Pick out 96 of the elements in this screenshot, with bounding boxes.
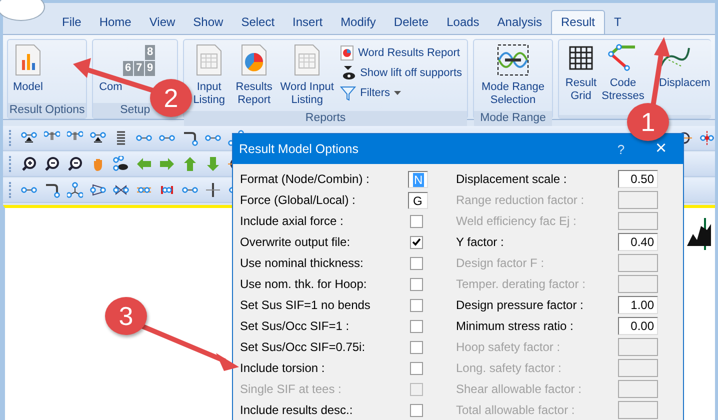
input-field[interactable]: 1.00: [618, 296, 658, 314]
ribbon-button[interactable]: Word Results Report: [338, 44, 464, 62]
checkbox[interactable]: [410, 278, 423, 290]
ribbon-button[interactable]: Mode Range Selection: [477, 42, 549, 109]
input-field[interactable]: 0.50: [618, 170, 658, 188]
input-field[interactable]: [618, 191, 658, 209]
option-label: Format (Node/Combin) :: [240, 171, 370, 188]
option-label: Set Sus SIF=1 no bends: [240, 297, 372, 314]
option-label: Single SIF at tees :: [240, 381, 342, 398]
option-label: Set Sus/Occ SIF=1 :: [240, 318, 350, 335]
option-label: Overwrite output file:: [240, 234, 352, 251]
option-label: Design factor F :: [455, 255, 546, 272]
ribbon-tab[interactable]: File: [53, 11, 90, 34]
pie-chart-icon: [340, 45, 354, 61]
option-label: Weld efficiency fac Ej :: [455, 213, 578, 230]
wave-icon: [497, 44, 529, 76]
checkbox[interactable]: [410, 236, 423, 248]
option-label: Set Sus/Occ SIF=0.75i:: [240, 339, 366, 356]
option-label: Long. safety factor :: [455, 360, 562, 377]
option-label: Include torsion :: [240, 360, 326, 377]
option-label: Include results desc.:: [240, 402, 354, 419]
table-document-icon: [293, 44, 322, 76]
ribbon-button[interactable]: Show lift off supports: [338, 64, 464, 82]
ribbon-tab[interactable]: Delete: [384, 11, 438, 34]
ribbon-tab[interactable]: Result: [550, 10, 605, 34]
checkbox[interactable]: [410, 362, 423, 374]
ribbon-tab[interactable]: Loads: [438, 11, 488, 34]
group-title: Result Options: [8, 103, 86, 118]
arrow-up-icon[interactable]: [182, 156, 198, 172]
chart-icon: [14, 44, 42, 76]
ribbon-tab[interactable]: Show: [184, 11, 232, 34]
ribbon-tab[interactable]: Home: [90, 11, 140, 34]
arrow-left-icon[interactable]: [136, 156, 152, 172]
option-label: Use nom. thk. for Hoop:: [240, 276, 368, 293]
option-label: Temper. derating factor :: [455, 276, 586, 293]
input-field[interactable]: G: [408, 192, 428, 208]
target-icon[interactable]: [699, 130, 715, 146]
input-field[interactable]: [618, 212, 658, 230]
close-button[interactable]: ×: [639, 138, 683, 160]
node-icon[interactable]: [205, 182, 221, 198]
option-label: Design pressure factor :: [455, 297, 584, 314]
input-field[interactable]: [618, 380, 658, 398]
filter-icon: [340, 85, 356, 101]
option-label: Force (Global/Local) :: [240, 192, 356, 209]
dialog-title: Result Model Options: [239, 142, 360, 156]
tee-icon[interactable]: [67, 182, 83, 198]
option-label: Displacement scale :: [455, 171, 568, 188]
ribbon-button[interactable]: Result Grid: [562, 42, 600, 113]
pipe-model-drawing: [685, 216, 713, 252]
grid-icon: [567, 44, 595, 72]
ribbon-button[interactable]: Filters: [338, 84, 464, 102]
valve-icon[interactable]: [113, 182, 129, 198]
input-field[interactable]: [618, 254, 658, 272]
zoom-out-icon[interactable]: [44, 156, 60, 172]
checkbox[interactable]: [410, 256, 423, 270]
bend-icon[interactable]: [44, 182, 60, 198]
option-label: Include axial force :: [240, 213, 344, 230]
checkbox[interactable]: [410, 298, 423, 312]
reducer-icon[interactable]: [90, 182, 106, 198]
ribbon-tab[interactable]: Select: [232, 11, 284, 34]
ribbon-button[interactable]: Word Input Listing: [277, 42, 338, 109]
input-field[interactable]: 0.00: [618, 317, 658, 335]
checkbox[interactable]: [410, 404, 423, 416]
bend-icon[interactable]: [182, 130, 198, 146]
ribbon-tab[interactable]: T: [605, 11, 630, 34]
ribbon-button[interactable]: Results Report: [232, 42, 276, 109]
option-label: Use nominal thickness:: [240, 255, 364, 272]
option-label: Minimum stress ratio :: [455, 318, 574, 335]
arrow-right-icon[interactable]: [159, 156, 175, 172]
ribbon-tab[interactable]: View: [140, 11, 184, 34]
app-logo[interactable]: [0, 0, 45, 21]
input-field[interactable]: [618, 275, 658, 293]
option-label: Total allowable factor :: [455, 402, 576, 419]
checkbox[interactable]: [410, 320, 423, 332]
ribbon-button[interactable]: Model: [11, 42, 45, 101]
checkbox[interactable]: [410, 214, 423, 228]
input-field[interactable]: 0.40: [618, 233, 658, 251]
zoom-window-icon[interactable]: [67, 156, 83, 172]
zoom-in-icon[interactable]: [21, 156, 37, 172]
input-field[interactable]: [618, 338, 658, 356]
table-document-icon: [195, 44, 224, 76]
arrow-down-icon[interactable]: [205, 156, 221, 172]
ribbon-tab[interactable]: Insert: [284, 11, 332, 34]
group-title: Reports: [184, 111, 467, 126]
ribbon-tab[interactable]: Analysis: [488, 11, 551, 34]
checkbox[interactable]: [410, 340, 423, 354]
input-field[interactable]: [618, 401, 658, 419]
option-label: Hoop safety factor :: [455, 339, 562, 356]
pie-chart-icon: [240, 44, 268, 76]
option-label: Shear allowable factor :: [455, 381, 582, 398]
dropdown-arrow-icon: [394, 91, 402, 95]
option-label: Range reduction factor :: [455, 192, 586, 209]
ribbon-tab[interactable]: Modify: [332, 11, 385, 34]
input-field[interactable]: [618, 359, 658, 377]
option-label: Y factor :: [455, 234, 505, 251]
group-title: Mode Range: [474, 111, 552, 126]
